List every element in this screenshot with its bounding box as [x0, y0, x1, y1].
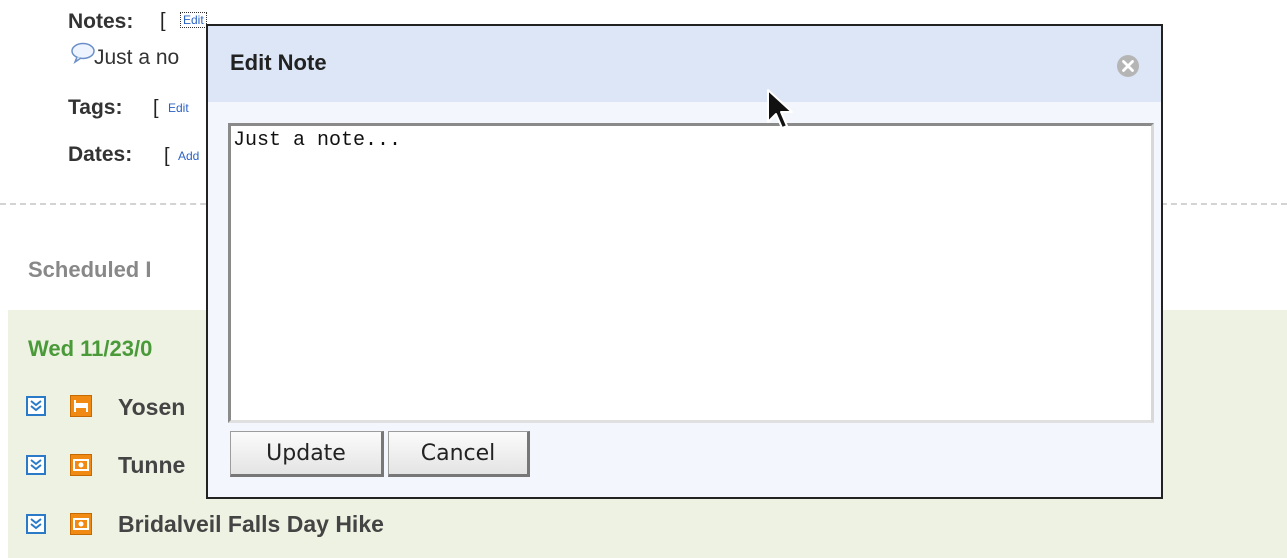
dialog-title: Edit Note	[230, 50, 327, 75]
expand-chevron-icon[interactable]	[26, 396, 46, 416]
update-button[interactable]: Update	[230, 431, 384, 477]
itinerary-item-title[interactable]: Yosen	[118, 394, 185, 421]
itinerary-item-title[interactable]: Bridalveil Falls Day Hike	[118, 511, 384, 538]
mouse-pointer-icon	[765, 88, 795, 139]
tags-edit-link[interactable]: Edit	[168, 101, 189, 115]
notes-label: Notes:	[68, 10, 134, 33]
expand-chevron-icon[interactable]	[26, 514, 46, 534]
lodging-icon	[70, 395, 92, 417]
expand-chevron-icon[interactable]	[26, 455, 46, 475]
bracket-open: [	[160, 10, 166, 32]
notes-edit-link[interactable]: Edit	[180, 12, 207, 28]
camera-icon	[70, 454, 92, 476]
note-preview-text: Just a no	[94, 46, 180, 69]
scheduled-title: Scheduled I	[28, 257, 152, 282]
dates-add-link[interactable]: Add	[178, 149, 199, 163]
close-icon[interactable]	[1116, 54, 1140, 78]
edit-note-dialog: Edit Note Just a note... Update Cancel	[206, 24, 1163, 499]
itinerary-item-title[interactable]: Tunne	[118, 452, 185, 479]
date-heading: Wed 11/23/0	[28, 336, 153, 361]
note-textarea[interactable]: Just a note...	[228, 123, 1154, 423]
camera-icon	[70, 513, 92, 535]
cancel-button[interactable]: Cancel	[388, 431, 530, 477]
speech-bubble-icon	[70, 42, 96, 69]
dialog-header[interactable]: Edit Note	[208, 26, 1161, 102]
bracket-open: [	[164, 145, 170, 167]
dates-label: Dates:	[68, 143, 133, 166]
bracket-open: [	[153, 97, 159, 119]
tags-label: Tags:	[68, 96, 123, 119]
